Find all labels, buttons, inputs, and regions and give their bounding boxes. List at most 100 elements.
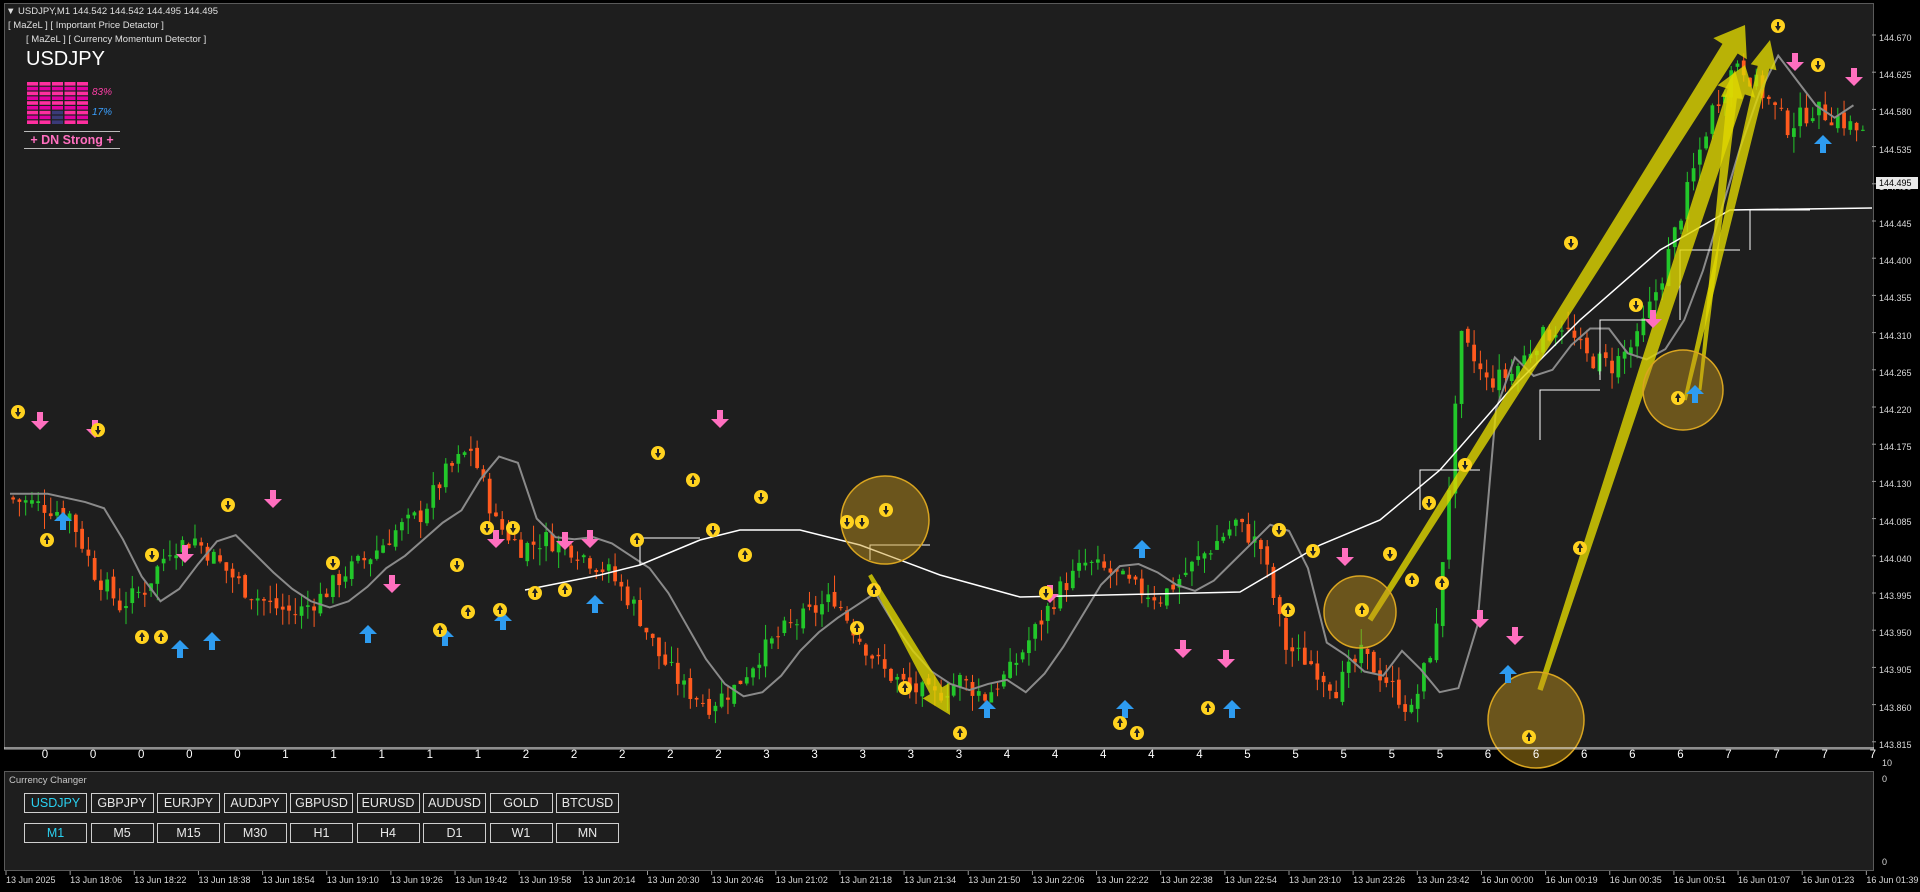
- timeframe-button-h4[interactable]: H4: [356, 823, 420, 843]
- symbol-button-btcusd[interactable]: BTCUSD: [556, 793, 619, 813]
- candle-body: [544, 532, 548, 547]
- candle-body: [882, 659, 887, 669]
- time-tick: 13 Jun 21:50: [968, 875, 1021, 885]
- timeframe-button-mn[interactable]: MN: [556, 823, 619, 843]
- candle-body: [368, 559, 373, 565]
- candle-body: [632, 599, 636, 604]
- candle-body: [638, 599, 643, 626]
- candle-body: [193, 538, 197, 546]
- time-tick: 13 Jun 21:02: [775, 875, 828, 885]
- candle-body: [1415, 693, 1420, 709]
- candle-body: [531, 541, 536, 545]
- candle-body: [719, 693, 724, 707]
- momentum-bar-cell: [27, 120, 38, 124]
- momentum-bar-cell: [52, 110, 63, 115]
- candle-body: [136, 591, 141, 593]
- candle-body: [575, 559, 580, 561]
- candle-body: [512, 539, 517, 541]
- sub-axis-tick-mid: 0: [1882, 774, 1888, 784]
- price-tick: 144.040: [1879, 553, 1912, 564]
- candle-body: [111, 576, 116, 599]
- candle-body: [1328, 684, 1332, 691]
- symbol-button-gbpusd[interactable]: GBPUSD: [290, 793, 353, 813]
- time-tick: 16 Jun 01:39: [1866, 875, 1919, 885]
- timeframe-button-m15[interactable]: M15: [157, 823, 220, 843]
- time-tick: 13 Jun 22:54: [1224, 875, 1277, 885]
- candle-body: [1616, 356, 1621, 378]
- candle-body: [983, 694, 987, 701]
- buy-signal-icon: [154, 630, 168, 644]
- time-tick: 13 Jun 23:42: [1417, 875, 1470, 885]
- counter-cell: 4: [1148, 749, 1155, 761]
- timeframe-button-m1[interactable]: M1: [24, 823, 87, 843]
- symbol-button-gold[interactable]: GOLD: [489, 793, 553, 813]
- moving-average-line: [10, 53, 1855, 698]
- buy-signal-icon: [630, 533, 644, 547]
- candle-body: [92, 558, 97, 580]
- momentum-bar-cell: [77, 115, 88, 120]
- symbol-button-audjpy[interactable]: AUDJPY: [223, 793, 287, 813]
- sub-axis-tick-bottom: 0: [1882, 857, 1888, 867]
- candle-body: [713, 705, 718, 712]
- candle-body: [218, 555, 222, 562]
- candle-body: [669, 661, 674, 663]
- candle-body: [1509, 373, 1514, 382]
- candle-body: [268, 600, 273, 603]
- momentum-bar-cell: [52, 96, 63, 100]
- symbol-button-usdjpy[interactable]: USDJPY: [24, 793, 87, 813]
- candle-body: [99, 580, 103, 590]
- candle-body: [1829, 122, 1834, 126]
- symbol-button-eurusd[interactable]: EURUSD: [356, 793, 420, 813]
- sell-arrow-icon: [1336, 548, 1354, 566]
- candle-body: [1635, 331, 1640, 347]
- timeframe-button-h1[interactable]: H1: [290, 823, 353, 843]
- sell-signal-icon: [91, 423, 105, 437]
- symbol-button-eurjpy[interactable]: EURJPY: [157, 793, 220, 813]
- candle-body: [17, 499, 22, 502]
- candle-body: [1403, 704, 1408, 712]
- symbol-header: ▼ USDJPY,M1 144.542 144.542 144.495 144.…: [6, 6, 219, 17]
- momentum-bar-cell: [64, 115, 76, 120]
- momentum-bar-cell: [39, 101, 51, 105]
- candle-body: [1152, 597, 1157, 601]
- candle-body: [525, 542, 530, 562]
- timeframe-button-d1[interactable]: D1: [423, 823, 486, 843]
- counter-cell: 1: [282, 749, 289, 761]
- indicator-label-price-detector: [ MaZeL ] [ Important Price Detactor ]: [8, 20, 164, 31]
- momentum-bar-cell: [27, 91, 38, 96]
- buy-signal-icon: [738, 548, 752, 562]
- candle-body: [889, 668, 893, 681]
- time-tick: 13 Jun 18:38: [198, 875, 251, 885]
- candle-body: [1064, 583, 1069, 591]
- candle-body: [795, 624, 799, 626]
- candle-body: [1371, 651, 1376, 673]
- buy-signal-icon: [953, 726, 967, 740]
- candle-body: [1127, 574, 1132, 579]
- counter-cell: 4: [1051, 749, 1059, 761]
- sell-signal-icon: [1422, 496, 1436, 510]
- timeframe-button-w1[interactable]: W1: [489, 823, 553, 843]
- timeframe-button-m30[interactable]: M30: [223, 823, 287, 843]
- timeframe-button-m5[interactable]: M5: [90, 823, 154, 843]
- down-percent: 17%: [92, 107, 113, 118]
- candle-body: [406, 514, 411, 519]
- sell-arrow-icon: [711, 410, 729, 428]
- sell-signal-icon: [1039, 586, 1053, 600]
- price-tick: 143.860: [1879, 702, 1912, 713]
- candle-body: [776, 636, 780, 638]
- counter-cell: 6: [1677, 749, 1684, 761]
- candle-body: [901, 673, 906, 680]
- candle-body: [55, 512, 59, 516]
- sell-arrow-icon: [1217, 650, 1235, 668]
- candle-body: [1390, 680, 1395, 682]
- symbol-button-gbpjpy[interactable]: GBPJPY: [90, 793, 154, 813]
- symbol-button-audusd[interactable]: AUDUSD: [423, 793, 486, 813]
- candle-body: [236, 576, 241, 579]
- candle-body: [1020, 652, 1025, 660]
- counter-cell: 1: [426, 749, 433, 761]
- buy-arrow-icon: [586, 595, 604, 613]
- counter-cell: 7: [1725, 749, 1732, 761]
- candle-body: [1108, 568, 1113, 573]
- price-tick: 144.220: [1879, 405, 1912, 415]
- sub-axis-tick-top: 10: [1882, 758, 1893, 768]
